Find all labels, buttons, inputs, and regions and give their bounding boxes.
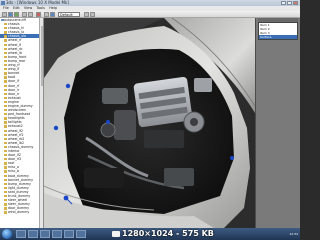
node-icon xyxy=(4,88,7,91)
tree-scrollbar-thumb[interactable] xyxy=(40,26,43,86)
menu-tools[interactable]: Tools xyxy=(36,6,45,10)
node-icon xyxy=(4,35,7,38)
node-icon xyxy=(4,133,7,136)
node-icon xyxy=(4,92,7,95)
node-icon xyxy=(4,117,7,120)
node-icon xyxy=(4,76,7,79)
toolbar: Default xyxy=(0,11,300,18)
node-icon xyxy=(4,199,7,202)
node-icon xyxy=(4,207,7,210)
node-icon xyxy=(4,31,7,34)
save-icon[interactable] xyxy=(14,12,19,17)
node-icon xyxy=(4,166,7,169)
menu-help[interactable]: Help xyxy=(49,6,57,10)
scene-tree-list: chassis chassis_hi chassis_lo chassis_vlo wh… xyxy=(0,22,43,214)
scene-tree-panel: autoscene.dff chassis chassis_hi chassis_l… xyxy=(0,18,44,228)
node-icon xyxy=(4,182,7,186)
node-icon xyxy=(4,174,7,177)
taskbar-app-1[interactable] xyxy=(16,230,26,238)
3d-viewport[interactable] xyxy=(44,18,255,228)
node-icon xyxy=(4,68,7,71)
tree-scrollbar[interactable] xyxy=(39,18,43,228)
right-panel: Item 1 Item 2 Item 3 Surface xyxy=(255,18,300,228)
node-icon xyxy=(4,121,7,124)
node-icon xyxy=(4,47,7,50)
rotate-icon[interactable] xyxy=(84,12,89,17)
node-icon xyxy=(4,113,7,116)
right-list-item[interactable]: Surface xyxy=(259,35,297,39)
car-engine-render xyxy=(44,18,255,228)
node-icon xyxy=(4,190,7,194)
node-icon xyxy=(4,27,7,30)
node-icon xyxy=(4,80,7,83)
tree-item-label: wind_dummy xyxy=(8,210,30,215)
node-icon xyxy=(4,96,7,100)
node-icon xyxy=(4,186,7,190)
delete-icon[interactable] xyxy=(36,12,41,17)
tree-item[interactable]: wind_dummy xyxy=(0,210,43,214)
open-icon[interactable] xyxy=(8,12,13,17)
maximize-icon[interactable] xyxy=(287,1,292,5)
node-icon xyxy=(4,109,7,112)
right-list: Item 1 Item 2 Item 3 Surface xyxy=(258,22,298,40)
node-icon xyxy=(4,195,7,198)
node-icon xyxy=(4,43,7,46)
taskbar-app-4[interactable] xyxy=(52,230,62,238)
node-icon xyxy=(4,39,7,42)
start-button[interactable] xyxy=(2,229,12,239)
taskbar-app-5[interactable] xyxy=(64,230,74,238)
node-icon xyxy=(4,154,7,157)
node-icon xyxy=(4,84,7,87)
node-icon xyxy=(4,100,7,104)
node-icon xyxy=(4,23,7,26)
node-icon xyxy=(4,145,7,149)
node-icon xyxy=(4,125,7,128)
node-icon xyxy=(4,170,7,173)
close-icon[interactable] xyxy=(293,1,298,5)
node-icon xyxy=(4,211,7,214)
node-icon xyxy=(4,64,7,67)
node-icon xyxy=(4,150,7,153)
app-icon xyxy=(1,1,5,5)
taskbar-app-3[interactable] xyxy=(40,230,50,238)
taskbar-app-2[interactable] xyxy=(28,230,38,238)
folder-icon xyxy=(1,19,4,22)
menu-view[interactable]: View xyxy=(24,6,32,10)
node-icon xyxy=(4,51,7,55)
undo-icon[interactable] xyxy=(22,12,27,17)
node-icon xyxy=(4,137,7,141)
redo-icon[interactable] xyxy=(28,12,33,17)
node-icon xyxy=(4,158,7,161)
taskbar-app-6[interactable] xyxy=(76,230,86,238)
node-icon xyxy=(4,129,7,132)
select-icon[interactable] xyxy=(44,12,49,17)
node-icon xyxy=(4,141,7,145)
clock: 12:34 xyxy=(289,232,298,236)
minimize-icon[interactable] xyxy=(281,1,286,5)
menu-file[interactable]: File xyxy=(3,6,9,10)
move-icon[interactable] xyxy=(50,12,55,17)
image-size-text: 1280×1024 - 575 KB xyxy=(122,229,214,238)
node-icon xyxy=(4,178,7,181)
node-icon xyxy=(4,203,7,206)
node-icon xyxy=(4,55,7,59)
image-size-caption: 1280×1024 - 575 KB xyxy=(112,228,232,240)
node-icon xyxy=(4,72,7,75)
node-icon xyxy=(4,59,7,63)
camera-icon xyxy=(112,231,120,237)
view-mode-select[interactable]: Default xyxy=(58,12,80,17)
node-icon xyxy=(4,104,7,108)
scale-icon[interactable] xyxy=(90,12,95,17)
node-icon xyxy=(4,162,7,165)
menu-edit[interactable]: Edit xyxy=(13,6,20,10)
new-icon[interactable] xyxy=(2,12,7,17)
